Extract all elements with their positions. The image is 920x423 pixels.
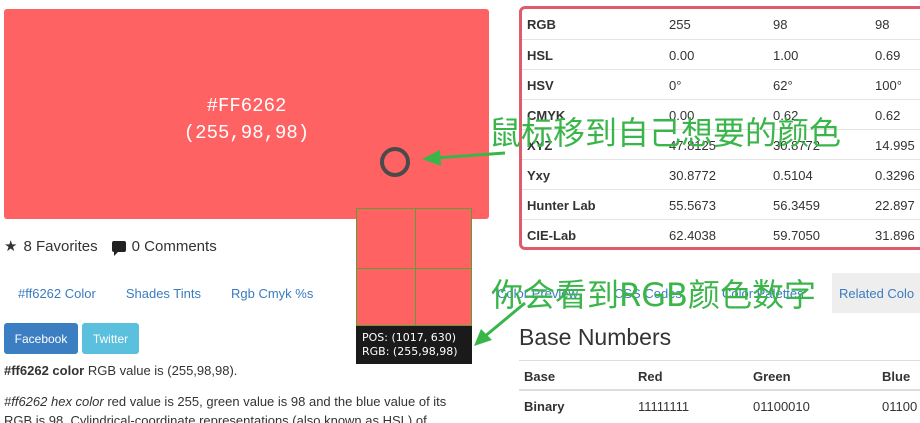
- annotation-move-mouse: 鼠标移到自己想要的颜色: [489, 114, 842, 152]
- annotation-see-rgb: 你会看到RGB颜色数字: [491, 276, 816, 314]
- annotation-arrows: [422, 150, 526, 346]
